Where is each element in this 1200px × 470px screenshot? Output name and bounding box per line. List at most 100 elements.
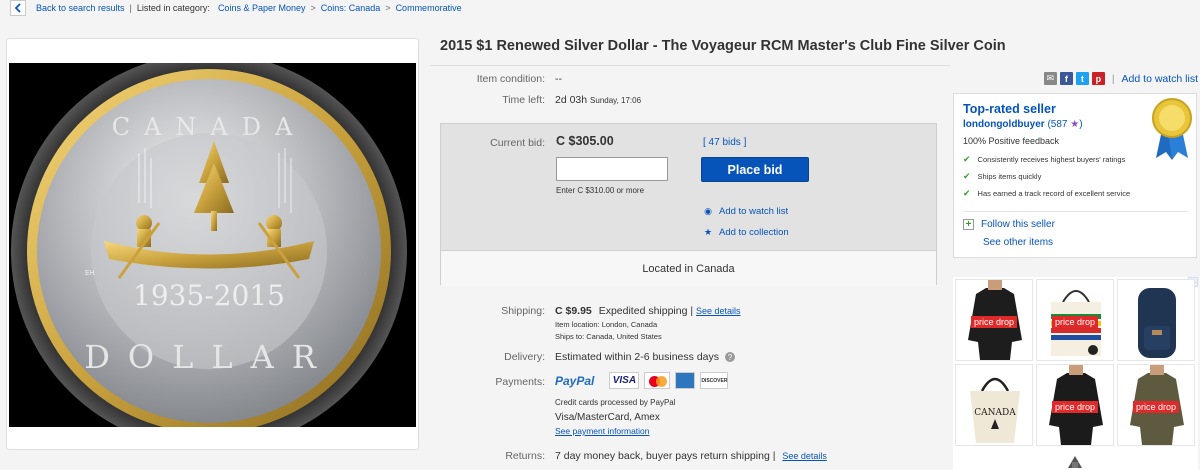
current-bid-value: C $305.00 xyxy=(556,134,614,148)
follow-seller-link[interactable]: Follow this seller xyxy=(981,219,1055,230)
shipping-label: Shipping: xyxy=(501,305,545,317)
payments-label: Payments: xyxy=(495,376,545,388)
seller-score-open[interactable]: (587 xyxy=(1047,119,1067,130)
seller-divider xyxy=(963,211,1188,212)
credit-card-note: Credit cards processed by PayPal xyxy=(555,398,676,407)
see-payment-info-link[interactable]: See payment information xyxy=(555,426,650,436)
ships-to: Ships to: Canada, United States xyxy=(555,332,662,341)
price-drop-badge: price drop xyxy=(970,316,1018,328)
listing-page: Back to search results | Listed in categ… xyxy=(0,0,1200,470)
paypal-logo: PayPal xyxy=(555,373,595,388)
coin-years: 1935-2015 xyxy=(133,279,285,312)
add-to-watch-list-link[interactable]: Add to watch list xyxy=(1122,73,1198,85)
star-icon: ★ xyxy=(703,227,713,237)
add-to-collection-label: Add to collection xyxy=(719,227,789,238)
returns-value: 7 day money back, buyer pays return ship… xyxy=(555,450,827,462)
seller-check-ships: ✔ Ships items quickly xyxy=(963,171,1041,182)
payment-logos: PayPal VISA DISCOVER xyxy=(555,372,729,389)
coin-bottom-text: DOLLAR xyxy=(84,338,334,376)
seller-check-track-record-label: Has earned a track record of excellent s… xyxy=(977,189,1131,198)
facebook-share-icon[interactable]: f xyxy=(1059,72,1073,85)
time-left-end: Sunday, 17:06 xyxy=(590,96,642,105)
breadcrumb-category-coins-canada[interactable]: Coins: Canada xyxy=(321,3,381,13)
add-to-watch-list-action[interactable]: ◉ Add to watch list xyxy=(703,206,788,217)
ad-tile-canada-tote[interactable]: CANADA xyxy=(955,364,1033,446)
ad-tile-jacket-black[interactable]: price drop xyxy=(955,279,1033,361)
item-image-panel[interactable]: CANADA 1935-2015 DOLLAR EH xyxy=(6,38,419,450)
delivery-estimate: Estimated within 2-6 business days xyxy=(555,351,719,363)
condition-value: -- xyxy=(555,73,562,85)
price-drop-badge: price drop xyxy=(1132,401,1180,413)
eye-icon: ◉ xyxy=(704,206,712,216)
bid-hint: Enter C $310.00 or more xyxy=(556,186,645,195)
breadcrumb-category-coins-paper-money[interactable]: Coins & Paper Money xyxy=(218,3,306,13)
top-rated-seller-heading: Top-rated seller xyxy=(963,102,1056,116)
amex-logo xyxy=(675,372,696,389)
ad-tile-backpack[interactable] xyxy=(1117,279,1195,361)
chevron-left-icon xyxy=(14,3,21,13)
seller-name-link[interactable]: londongoldbuyer xyxy=(963,119,1045,130)
breadcrumb-arrow: > xyxy=(385,3,391,13)
coin-top-text: CANADA xyxy=(112,113,307,141)
seller-check-track-record: ✔ Has earned a track record of excellent… xyxy=(963,188,1130,199)
item-location-banner: Located in Canada xyxy=(441,250,936,286)
coin-mint-mark: EH xyxy=(85,269,95,277)
plus-icon: + xyxy=(963,219,974,230)
help-icon[interactable]: ? xyxy=(725,352,735,362)
ad-tote-print: CANADA xyxy=(974,408,1016,418)
coin-photo[interactable]: CANADA 1935-2015 DOLLAR EH xyxy=(9,53,416,449)
email-share-icon[interactable]: ✉ xyxy=(1043,72,1057,85)
discover-logo: DISCOVER xyxy=(700,372,729,389)
current-bid-label: Current bid: xyxy=(490,137,545,149)
item-location: Item location: London, Canada xyxy=(555,320,658,329)
mastercard-logo xyxy=(644,372,671,389)
ad-tile-bomber-jacket[interactable]: price drop xyxy=(1036,364,1114,446)
returns-see-details-link[interactable]: See details xyxy=(782,451,827,461)
twitter-share-icon[interactable]: t xyxy=(1075,72,1089,85)
item-title: 2015 $1 Renewed Silver Dollar - The Voya… xyxy=(440,38,1006,54)
see-other-items-link[interactable]: See other items xyxy=(983,237,1053,248)
add-to-watch-list-label: Add to watch list xyxy=(719,206,789,217)
visa-logo: VISA xyxy=(609,372,640,389)
title-divider xyxy=(430,65,950,66)
shipping-price: C $9.95 xyxy=(555,305,592,317)
delivery-value: Estimated within 2-6 business days ? xyxy=(555,351,735,363)
share-bar: ✉ f t p | Add to watch list xyxy=(1043,72,1198,85)
bids-count-link[interactable]: [ 47 bids ] xyxy=(703,137,746,148)
price-drop-badge: price drop xyxy=(1051,401,1099,413)
breadcrumb: Back to search results | Listed in categ… xyxy=(10,0,462,16)
returns-policy: 7 day money back, buyer pays return ship… xyxy=(555,450,776,462)
time-left-duration: 2d 03h xyxy=(555,94,588,106)
shipping-method: Expedited shipping | xyxy=(598,305,694,317)
listed-in-label: Listed in category: xyxy=(136,3,210,13)
add-to-collection-action[interactable]: ★ Add to collection xyxy=(703,227,789,238)
price-drop-badge: price drop xyxy=(1051,316,1099,328)
condition-label: Item condition: xyxy=(476,73,545,85)
seller-score-close[interactable]: ) xyxy=(1079,119,1082,130)
seller-check-ratings-label: Consistently receives highest buyers' ra… xyxy=(977,155,1126,164)
positive-feedback: 100% Positive feedback xyxy=(963,136,1060,146)
bid-amount-input[interactable] xyxy=(556,157,668,181)
checkmark-icon: ✔ xyxy=(963,154,971,164)
place-bid-button[interactable]: Place bid xyxy=(701,157,809,182)
shipping-see-details-link[interactable]: See details xyxy=(696,306,741,316)
seller-info-box: Top-rated seller londongoldbuyer (587 ★)… xyxy=(953,93,1197,258)
seller-check-ships-label: Ships items quickly xyxy=(977,172,1042,181)
checkmark-icon: ✔ xyxy=(963,171,971,181)
returns-label: Returns: xyxy=(505,450,545,462)
seller-name-row: londongoldbuyer (587 ★) xyxy=(963,119,1083,130)
ad-tile-striped-tote[interactable]: price drop xyxy=(1036,279,1114,361)
back-to-search-link[interactable]: Back to search results xyxy=(36,3,125,13)
follow-seller-action[interactable]: + Follow this seller xyxy=(963,219,1055,230)
sponsored-ads-grid: ▷ price drop price drop CANADA price dro… xyxy=(953,277,1198,470)
top-rated-badge-icon xyxy=(1152,98,1192,160)
pinterest-share-icon[interactable]: p xyxy=(1091,72,1105,85)
seller-check-ratings: ✔ Consistently receives highest buyers' … xyxy=(963,154,1125,165)
bid-box: Current bid: C $305.00 [ 47 bids ] Enter… xyxy=(440,123,937,286)
breadcrumb-category-commemorative[interactable]: Commemorative xyxy=(396,3,462,13)
breadcrumb-arrow: > xyxy=(310,3,316,13)
feedback-star-icon: ★ xyxy=(1070,119,1080,130)
back-button[interactable] xyxy=(10,0,26,16)
share-separator: | xyxy=(1111,72,1115,85)
ad-tile-olive-jacket[interactable]: price drop xyxy=(1117,364,1195,446)
